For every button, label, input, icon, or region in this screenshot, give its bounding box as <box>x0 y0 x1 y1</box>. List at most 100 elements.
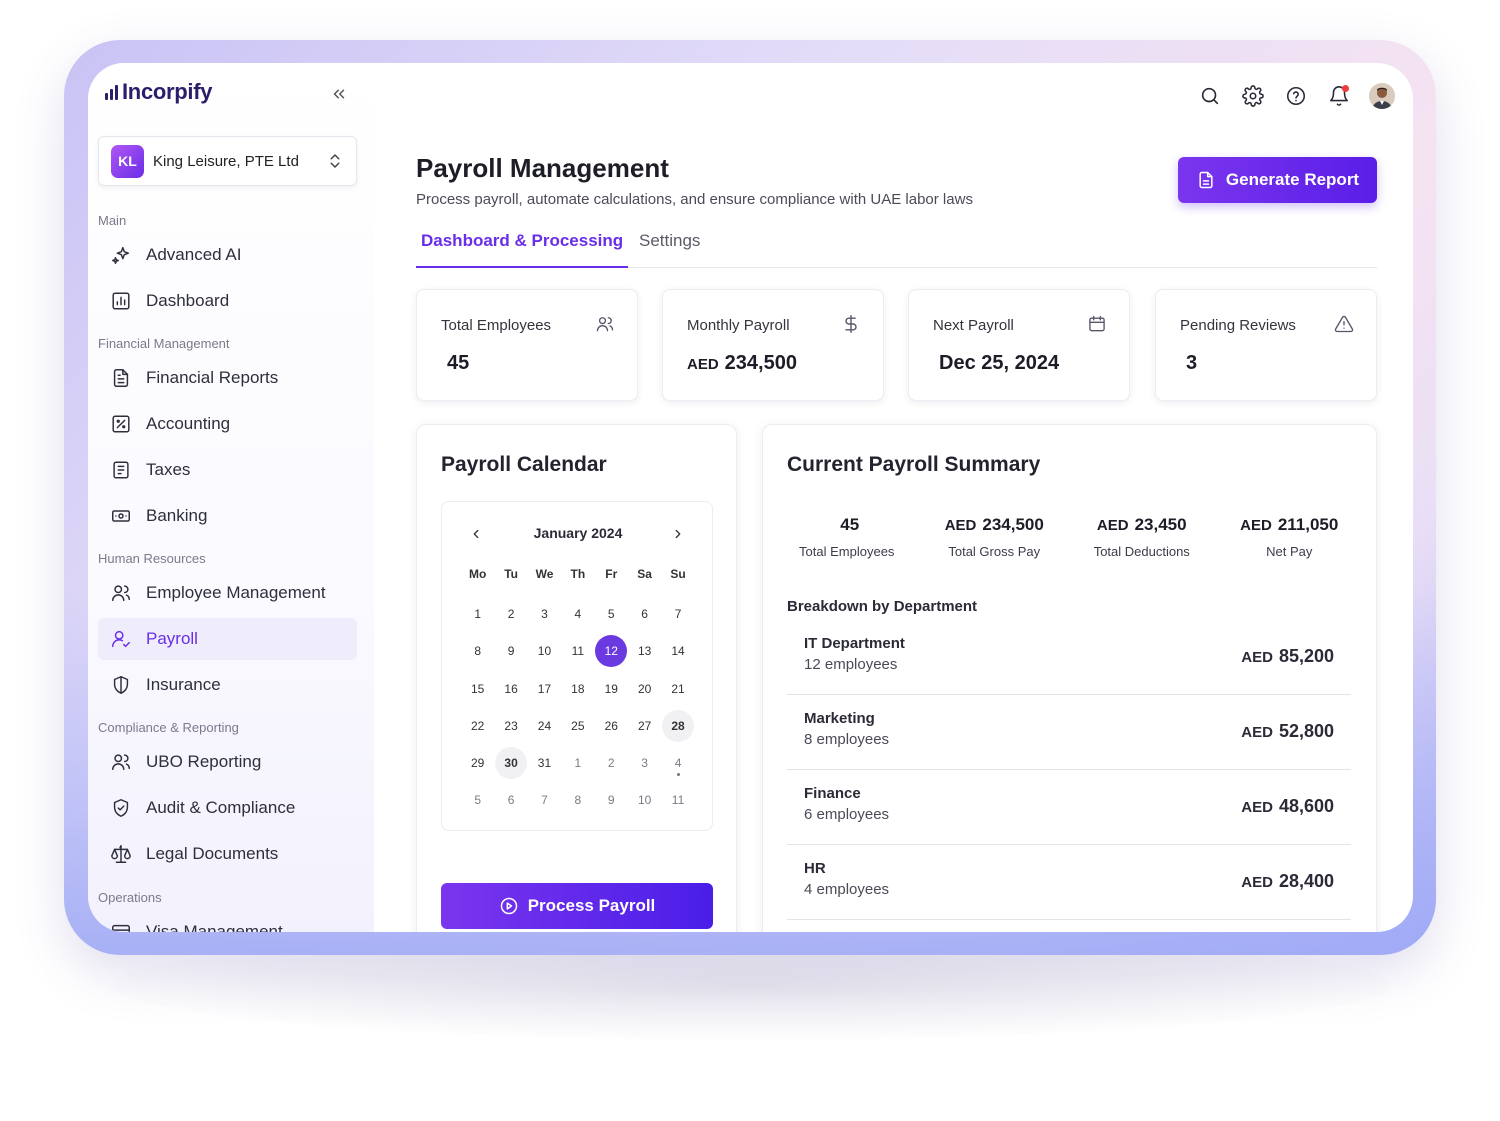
calendar-day[interactable]: 21 <box>661 670 694 707</box>
notifications-button[interactable] <box>1326 83 1352 109</box>
search-button[interactable] <box>1197 83 1223 109</box>
calendar-day-number: 3 <box>641 756 648 771</box>
calendar-day-number: 3 <box>541 606 548 621</box>
department-employee-count: 8 employees <box>804 731 890 748</box>
tab-dashboard-processing[interactable]: Dashboard & Processing <box>416 231 629 268</box>
tab-bar: Dashboard & Processing Settings <box>416 231 1377 268</box>
calendar-day[interactable]: 20 <box>628 670 661 707</box>
calendar-day[interactable]: 18 <box>561 670 594 707</box>
sidebar-item-label: Insurance <box>146 675 221 694</box>
calendar-day[interactable]: 17 <box>528 670 561 707</box>
user-check-icon <box>112 630 130 648</box>
calendar-day[interactable]: 13 <box>628 633 661 670</box>
help-button[interactable] <box>1283 83 1309 109</box>
calendar-day[interactable]: 19 <box>595 670 628 707</box>
department-row-it[interactable]: IT Department 12 employees AED 85,200 <box>787 620 1351 695</box>
calendar-day[interactable]: 30 <box>494 744 528 781</box>
sidebar-item-taxes[interactable]: Taxes <box>98 449 357 491</box>
sidebar-item-dashboard[interactable]: Dashboard <box>98 280 357 322</box>
generate-report-label: Generate Report <box>1225 170 1360 189</box>
calendar-day[interactable]: 8 <box>561 782 594 819</box>
calendar-day[interactable]: 5 <box>595 595 628 632</box>
calendar-day-number: 14 <box>671 644 685 659</box>
calendar-day[interactable]: 3 <box>628 744 661 781</box>
chevron-right-icon <box>675 529 681 539</box>
settings-button[interactable] <box>1240 83 1266 109</box>
calendar-day[interactable]: 4 <box>561 595 594 632</box>
collapse-sidebar-button[interactable] <box>326 81 352 107</box>
calendar-day-number: 25 <box>571 718 585 733</box>
sidebar-item-financial-reports[interactable]: Financial Reports <box>98 357 357 399</box>
calendar-day-number: 9 <box>507 644 515 659</box>
sidebar-item-insurance[interactable]: Insurance <box>98 664 357 706</box>
calendar-day[interactable]: 15 <box>461 670 494 707</box>
calendar-day[interactable]: 26 <box>595 707 628 744</box>
top-toolbar <box>1197 83 1395 109</box>
calendar-day[interactable]: 11 <box>561 633 594 670</box>
calendar-day-number: 5 <box>474 793 482 808</box>
tab-settings[interactable]: Settings <box>639 231 700 268</box>
users-icon <box>112 585 130 602</box>
department-row-marketing[interactable]: Marketing 8 employees AED 52,800 <box>787 695 1351 770</box>
calendar-day[interactable]: 7 <box>528 782 561 819</box>
calendar-day[interactable]: 4 <box>661 744 694 781</box>
calendar-day[interactable]: 16 <box>494 670 527 707</box>
sidebar-item-ubo-reporting[interactable]: UBO Reporting <box>98 741 357 783</box>
calendar-day[interactable]: 23 <box>494 707 527 744</box>
calendar-day[interactable]: 5 <box>461 782 494 819</box>
calendar-day[interactable]: 10 <box>628 782 661 819</box>
calendar-day[interactable]: 9 <box>595 782 628 819</box>
calendar-day[interactable]: 6 <box>628 595 661 632</box>
calendar-day[interactable]: 31 <box>528 744 561 781</box>
calendar-day[interactable]: 11 <box>661 782 694 819</box>
logo[interactable]: Incorpify <box>105 79 213 105</box>
calendar-day[interactable]: 27 <box>628 707 661 744</box>
nav-section-financial: Financial Management <box>98 336 230 351</box>
organization-selector[interactable]: KL King Leisure, PTE Ltd <box>98 136 357 186</box>
calendar-day[interactable]: 24 <box>528 707 561 744</box>
sidebar-item-banking[interactable]: Banking <box>98 495 357 537</box>
calendar-day[interactable]: 1 <box>461 595 494 632</box>
sidebar-item-audit-compliance[interactable]: Audit & Compliance <box>98 787 357 829</box>
sidebar-item-accounting[interactable]: Accounting <box>98 403 357 445</box>
summary-stat-total-employees: 45 Total Employees <box>773 515 921 559</box>
sidebar-item-advanced-ai[interactable]: Advanced AI <box>98 234 357 276</box>
calendar-day[interactable]: 8 <box>461 633 494 670</box>
sidebar-item-visa-management[interactable]: Visa Management <box>98 911 357 932</box>
calendar-day-selected[interactable]: 12 <box>595 633 628 670</box>
calendar-day[interactable]: 3 <box>528 595 561 632</box>
sidebar-item-payroll[interactable]: Payroll <box>98 618 357 660</box>
calendar-day[interactable]: 7 <box>661 595 694 632</box>
calendar-day[interactable]: 28 <box>661 707 695 744</box>
calendar-day[interactable]: 1 <box>561 744 594 781</box>
department-employee-count: 12 employees <box>804 656 898 673</box>
calendar-day-number: 20 <box>637 681 652 696</box>
sidebar-item-legal-documents[interactable]: Legal Documents <box>98 833 357 875</box>
generate-report-button[interactable]: Generate Report <box>1178 157 1377 203</box>
stat-label: Pending Reviews <box>1180 317 1296 334</box>
calendar-day[interactable]: 2 <box>494 595 527 632</box>
weekday-header: Su <box>670 567 686 581</box>
calendar-day[interactable]: 9 <box>494 633 527 670</box>
calendar-day[interactable]: 22 <box>461 707 494 744</box>
process-payroll-button[interactable]: Process Payroll <box>441 883 713 929</box>
calendar-day[interactable]: 6 <box>494 782 527 819</box>
calendar-day-number: 4 <box>674 756 682 771</box>
next-month-button[interactable] <box>668 524 688 544</box>
stat-value: 45 <box>447 352 470 374</box>
calendar-day[interactable]: 2 <box>595 744 628 781</box>
calendar-icon <box>1087 314 1107 334</box>
department-employee-count: 4 employees <box>804 881 890 898</box>
department-row-finance[interactable]: Finance 6 employees AED 48,600 <box>787 770 1351 845</box>
page-subtitle: Process payroll, automate calculations, … <box>416 191 973 208</box>
department-name: HR <box>804 860 826 877</box>
calendar-day[interactable]: 14 <box>661 633 694 670</box>
avatar[interactable] <box>1369 83 1395 109</box>
calendar-day[interactable]: 25 <box>561 707 594 744</box>
calendar-day[interactable]: 29 <box>461 744 494 781</box>
department-row-hr[interactable]: HR 4 employees AED 28,400 <box>787 845 1351 920</box>
calendar-day-number: 11 <box>671 793 685 808</box>
calendar-day[interactable]: 10 <box>528 633 561 670</box>
sidebar-item-employee-management[interactable]: Employee Management <box>98 572 357 614</box>
chevrons-up-down-icon <box>326 152 344 170</box>
